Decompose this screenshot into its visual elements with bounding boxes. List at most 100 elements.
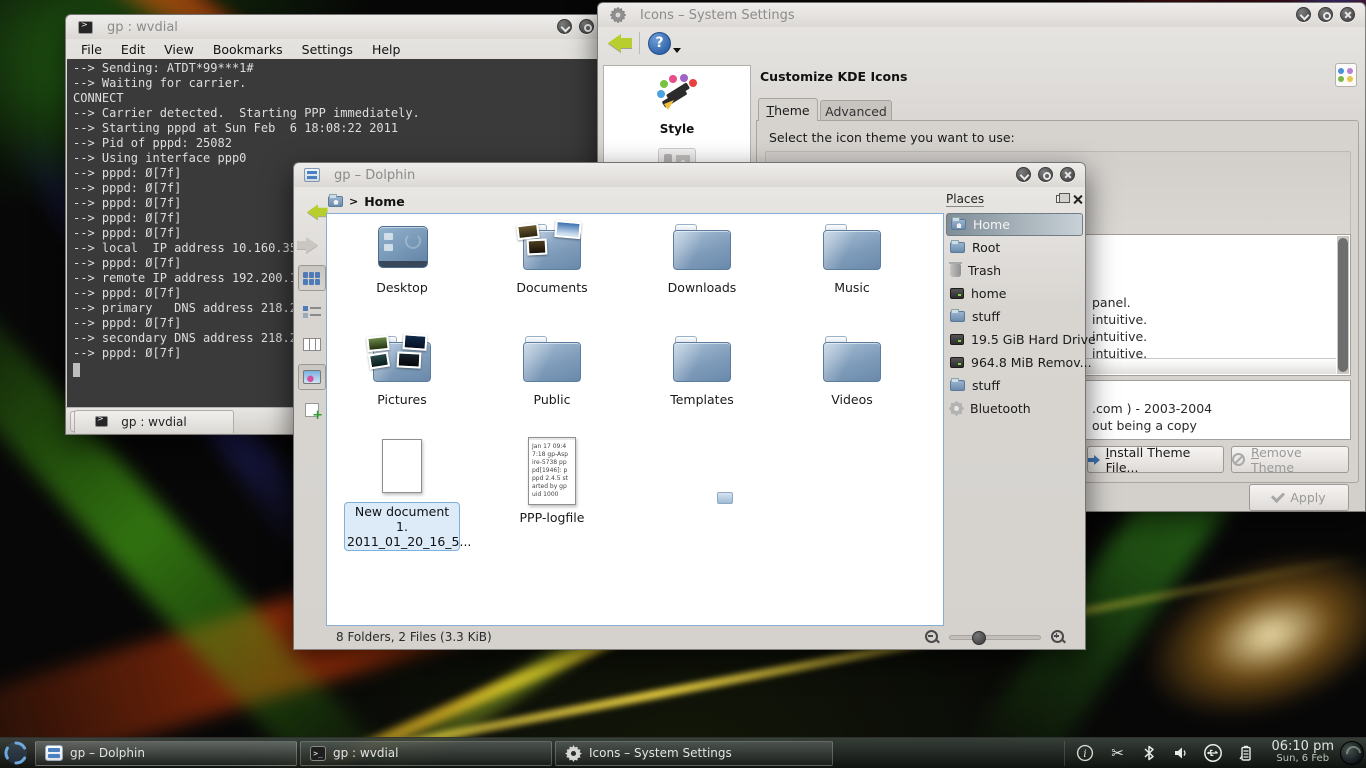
task-system-settings[interactable]: Icons – System Settings — [555, 741, 833, 766]
places-item-hard-drive[interactable]: 19.5 GiB Hard Drive — [946, 328, 1083, 351]
chevron-down-icon[interactable] — [673, 48, 681, 53]
volume-icon[interactable] — [1171, 743, 1191, 763]
icon-view-button[interactable] — [298, 265, 326, 291]
bluetooth-icon[interactable] — [1139, 743, 1159, 763]
columns-view-button[interactable] — [298, 331, 326, 357]
app-launcher-button[interactable] — [0, 738, 32, 768]
battery-icon[interactable] — [1235, 743, 1255, 763]
panel-cashew-icon[interactable] — [1340, 741, 1364, 765]
scrollbar[interactable] — [1337, 236, 1349, 374]
status-text: 8 Folders, 2 Files (3.3 KiB) — [336, 630, 492, 644]
details-view-button[interactable] — [298, 298, 326, 324]
folder-item-templates[interactable] — [673, 336, 731, 383]
zoom-out-icon[interactable] — [923, 628, 941, 646]
tab-theme[interactable]: Theme — [758, 98, 818, 121]
breadcrumb-home[interactable]: Home — [364, 194, 405, 209]
places-item-home[interactable]: Home — [946, 213, 1083, 236]
device-notifier-usb-icon[interactable] — [1203, 743, 1223, 763]
photo-thumbnail — [368, 352, 390, 370]
split-view-button[interactable] — [298, 397, 326, 423]
page-title: Customize KDE Icons — [760, 69, 907, 84]
dot-icon — [1338, 76, 1344, 82]
file-label: PPP-logfile — [487, 510, 617, 525]
trash-icon — [950, 264, 961, 277]
gear-icon — [565, 745, 582, 762]
minimize-button[interactable] — [1016, 167, 1031, 182]
zoom-slider-handle[interactable] — [972, 631, 986, 645]
konsole-window-icon — [78, 21, 93, 34]
menu-help[interactable]: Help — [372, 42, 401, 57]
digital-clock[interactable]: 06:10 pm Sun, 6 Feb — [1271, 741, 1334, 765]
minimize-button[interactable] — [1296, 7, 1311, 22]
notifications-icon[interactable]: i — [1075, 743, 1095, 763]
zoom-slider[interactable] — [949, 635, 1041, 640]
float-panel-icon[interactable] — [1056, 195, 1065, 203]
folder-item-documents[interactable] — [523, 224, 581, 271]
selected-file-label[interactable]: New document 1. 2011_01_20_16_5... — [344, 502, 460, 551]
folder-item-music[interactable] — [823, 224, 881, 271]
tab-advanced[interactable]: Advanced — [820, 100, 892, 121]
close-button[interactable] — [1060, 167, 1075, 182]
file-view[interactable]: Desktop Documents Downloads Music — [326, 213, 944, 626]
settings-titlebar[interactable]: Icons – System Settings — [598, 3, 1365, 27]
overview-button[interactable] — [1335, 63, 1357, 87]
folder-label: Music — [787, 280, 917, 295]
install-theme-button[interactable]: Install Theme File... — [1087, 446, 1224, 473]
places-item-home-partition[interactable]: home — [946, 282, 1083, 305]
back-button[interactable] — [608, 34, 621, 52]
places-item-stuff[interactable]: stuff — [946, 305, 1083, 328]
select-theme-prompt: Select the icon theme you want to use: — [769, 130, 1015, 145]
system-tray: i ✂ — [1064, 741, 1265, 766]
konsole-icon: >_ — [310, 746, 326, 761]
dolphin-window-title: gp – Dolphin — [334, 168, 415, 183]
maximize-button[interactable] — [579, 19, 594, 34]
klipper-scissors-icon[interactable]: ✂ — [1107, 743, 1127, 763]
konsole-menubar: File Edit View Bookmarks Settings Help — [66, 39, 604, 59]
menu-settings[interactable]: Settings — [302, 42, 353, 57]
places-item-removable[interactable]: 964.8 MiB Remov... — [946, 351, 1083, 374]
dolphin-titlebar[interactable]: gp – Dolphin — [294, 163, 1085, 187]
places-item-stuff-2[interactable]: stuff — [946, 374, 1083, 397]
task-dolphin[interactable]: gp – Dolphin — [35, 741, 297, 766]
apply-button[interactable]: Apply — [1249, 484, 1349, 511]
back-button[interactable] — [298, 199, 326, 225]
menu-view[interactable]: View — [164, 42, 194, 57]
help-button[interactable]: ? — [648, 32, 671, 55]
launcher-logo-icon — [3, 740, 29, 766]
file-item-new-document[interactable] — [382, 439, 422, 493]
konsole-titlebar[interactable]: gp : wvdial — [66, 15, 604, 39]
settings-window-title: Icons – System Settings — [640, 8, 795, 23]
folder-item-downloads[interactable] — [673, 224, 731, 271]
zoom-in-icon[interactable] — [1049, 628, 1067, 646]
remove-theme-button[interactable]: Remove Theme — [1231, 446, 1349, 473]
theme-list-entry: intuitive. — [1092, 312, 1147, 327]
preview-toggle-button[interactable] — [298, 364, 326, 390]
scrollbar-thumb[interactable] — [1338, 238, 1348, 372]
taskbar: gp – Dolphin >_ gp : wvdial Icons – Syst… — [0, 737, 1366, 768]
menu-bookmarks[interactable]: Bookmarks — [213, 42, 283, 57]
close-panel-icon[interactable] — [1073, 194, 1083, 204]
sidebar-item-style[interactable]: Style — [604, 74, 750, 136]
folder-item-public[interactable] — [523, 336, 581, 383]
details-view-icon — [303, 305, 321, 318]
folder-label: Templates — [637, 392, 767, 407]
folder-item-desktop[interactable] — [378, 226, 428, 268]
theme-list-entry: intuitive. — [1092, 329, 1147, 344]
places-item-root[interactable]: Root — [946, 236, 1083, 259]
forward-button[interactable] — [298, 232, 326, 258]
minimize-button[interactable] — [557, 19, 572, 34]
document-thumbnail — [554, 220, 581, 239]
task-wvdial[interactable]: >_ gp : wvdial — [300, 741, 552, 766]
menu-file[interactable]: File — [81, 42, 102, 57]
maximize-button[interactable] — [1318, 7, 1333, 22]
maximize-button[interactable] — [1038, 167, 1053, 182]
folder-item-videos[interactable] — [823, 336, 881, 383]
menu-edit[interactable]: Edit — [121, 42, 145, 57]
close-button[interactable] — [1340, 7, 1355, 22]
places-item-bluetooth[interactable]: Bluetooth — [946, 397, 1083, 420]
split-add-icon — [305, 403, 319, 417]
folder-item-pictures[interactable] — [373, 336, 431, 383]
file-item-ppp-logfile[interactable]: Jan 17 09:4 7:18 gp-Asp ire-5738 pp pd[1… — [528, 437, 576, 505]
places-item-trash[interactable]: Trash — [946, 259, 1083, 282]
folder-home-icon[interactable] — [328, 196, 343, 207]
